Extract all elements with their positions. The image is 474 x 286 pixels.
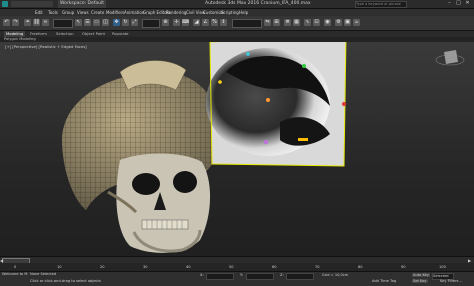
link-icon[interactable]: ⚭ [24, 19, 31, 26]
percent-snap-icon[interactable]: % [211, 19, 218, 26]
selection-status: None Selected [30, 272, 57, 276]
menu-help[interactable]: Help [239, 9, 248, 16]
menu-bar: Edit Tools Group Views Create Modifiers … [0, 9, 474, 16]
layer-icon[interactable]: ≣ [284, 19, 291, 26]
marker-label [298, 138, 308, 141]
search-input[interactable]: Type a keyword or phrase [355, 1, 407, 8]
marker-yellow [218, 80, 222, 84]
redo-icon[interactable]: ↷ [12, 19, 19, 26]
move-icon[interactable]: ✥ [113, 19, 120, 26]
tick-label: 50 [229, 265, 234, 269]
menu-create[interactable]: Create [91, 9, 104, 16]
skull-mesh[interactable] [62, 60, 222, 253]
select-by-name-icon[interactable]: ☰ [84, 19, 91, 26]
z-coord-label: Z: [280, 273, 284, 277]
track-bar[interactable]: 0 10 20 30 40 50 60 70 80 90 100 [0, 263, 474, 271]
title-bar: Workspace: Default Autodesk 3ds Max 2016… [0, 0, 474, 9]
tick-label: 10 [57, 265, 62, 269]
workspace-dropdown[interactable]: Workspace: Default [58, 0, 106, 8]
tick-label: 90 [401, 265, 406, 269]
status-bar: Welcome to M None Selected Click or clic… [0, 271, 474, 286]
y-coord-label: Y: [240, 273, 243, 277]
curve-editor-icon[interactable]: ∿ [304, 19, 311, 26]
mirror-icon[interactable]: ⇋ [264, 19, 271, 26]
main-toolbar: ↶ ↷ ⚭ ⛓ ≈ ↖ ☰ ▭ ◫ ✥ ↻ ⤢ ⊕ ✛ ⌨ ◢ ∠ % ⇕ ⇋ … [0, 16, 474, 31]
add-time-tag-button[interactable]: Add Time Tag [372, 279, 396, 283]
spinner-snap-icon[interactable]: ⇕ [220, 19, 227, 26]
window-title: Autodesk 3ds Max 2016 Cranium_IFA_400.ma… [205, 1, 311, 6]
key-filters-button[interactable]: Key Filters... [440, 279, 462, 283]
close-button[interactable]: ✕ [464, 1, 471, 6]
y-coord-field[interactable] [246, 273, 274, 280]
named-selection-dropdown[interactable] [232, 19, 262, 28]
app-logo-icon[interactable] [2, 1, 8, 7]
marker-purple [264, 140, 268, 144]
prompt-line: Click or click-and-drag to select object… [30, 279, 101, 283]
tick-label: 20 [100, 265, 105, 269]
select-manipulate-icon[interactable]: ✛ [173, 19, 180, 26]
pivot-icon[interactable]: ⊕ [162, 19, 169, 26]
unlink-icon[interactable]: ⛓ [33, 19, 40, 26]
schematic-icon[interactable]: ⊡ [313, 19, 320, 26]
menu-edit[interactable]: Edit [35, 9, 43, 16]
menu-scripting[interactable]: Scripting [221, 9, 239, 16]
graphite-icon[interactable]: ▦ [293, 19, 300, 26]
reference-coord-dropdown[interactable] [142, 19, 160, 28]
perspective-viewport[interactable]: [+] [Perspective] [Realistic + Edged Fac… [0, 42, 474, 256]
snap-icon[interactable]: ◢ [193, 19, 200, 26]
menu-views[interactable]: Views [77, 9, 89, 16]
bind-icon[interactable]: ≈ [42, 19, 49, 26]
select-icon[interactable]: ↖ [75, 19, 82, 26]
selected-dropdown-value: Selected [433, 274, 449, 278]
search-placeholder: Type a keyword or phrase [356, 2, 401, 6]
menu-group[interactable]: Group [62, 9, 74, 16]
tick-label: 80 [358, 265, 363, 269]
ct-scan-plane[interactable] [206, 42, 347, 167]
set-key-button[interactable]: Set Key [412, 279, 428, 283]
marker-cyan [246, 52, 250, 56]
tick-label: 40 [186, 265, 191, 269]
menu-animation[interactable]: Animation [124, 9, 144, 16]
marker-orange [266, 98, 270, 102]
rendered-frame-icon[interactable]: ▣ [344, 19, 351, 26]
angle-snap-icon[interactable]: ∠ [202, 19, 209, 26]
grid-readout: Grid = 10,0cm [322, 273, 349, 277]
tick-label: 60 [272, 265, 277, 269]
rotate-icon[interactable]: ↻ [122, 19, 129, 26]
scale-icon[interactable]: ⤢ [131, 19, 138, 26]
filter-dropdown[interactable] [53, 19, 73, 28]
z-coord-field[interactable] [286, 273, 314, 280]
tick-label: 0 [14, 265, 17, 269]
tick-label: 30 [143, 265, 148, 269]
quick-access-toolbar[interactable] [11, 1, 53, 7]
menu-tools[interactable]: Tools [48, 9, 58, 16]
tick-label: 100 [439, 265, 446, 269]
minimize-button[interactable]: – [446, 1, 453, 6]
x-coord-field[interactable] [206, 273, 234, 280]
render-setup-icon[interactable]: ⚙ [335, 19, 342, 26]
material-editor-icon[interactable]: ◉ [324, 19, 331, 26]
rect-select-icon[interactable]: ▭ [93, 19, 100, 26]
scene-svg [62, 42, 465, 253]
menu-rendering[interactable]: Rendering [166, 9, 186, 16]
render-icon[interactable]: ☕ [353, 19, 360, 26]
menu-modifiers[interactable]: Modifiers [106, 9, 124, 16]
tick-label: 70 [315, 265, 320, 269]
align-icon[interactable]: ⊞ [273, 19, 280, 26]
auto-key-button[interactable]: Auto Key [412, 273, 431, 277]
marker-green [302, 64, 306, 68]
window-crossing-icon[interactable]: ◫ [102, 19, 109, 26]
viewcube-icon[interactable] [435, 50, 465, 66]
maximize-button[interactable]: □ [455, 1, 462, 6]
undo-icon[interactable]: ↶ [3, 19, 10, 26]
marker-red [342, 102, 346, 106]
welcome-label[interactable]: Welcome to M [2, 272, 27, 276]
keyboard-shortcut-icon[interactable]: ⌨ [182, 19, 189, 26]
x-coord-label: X: [200, 273, 204, 277]
